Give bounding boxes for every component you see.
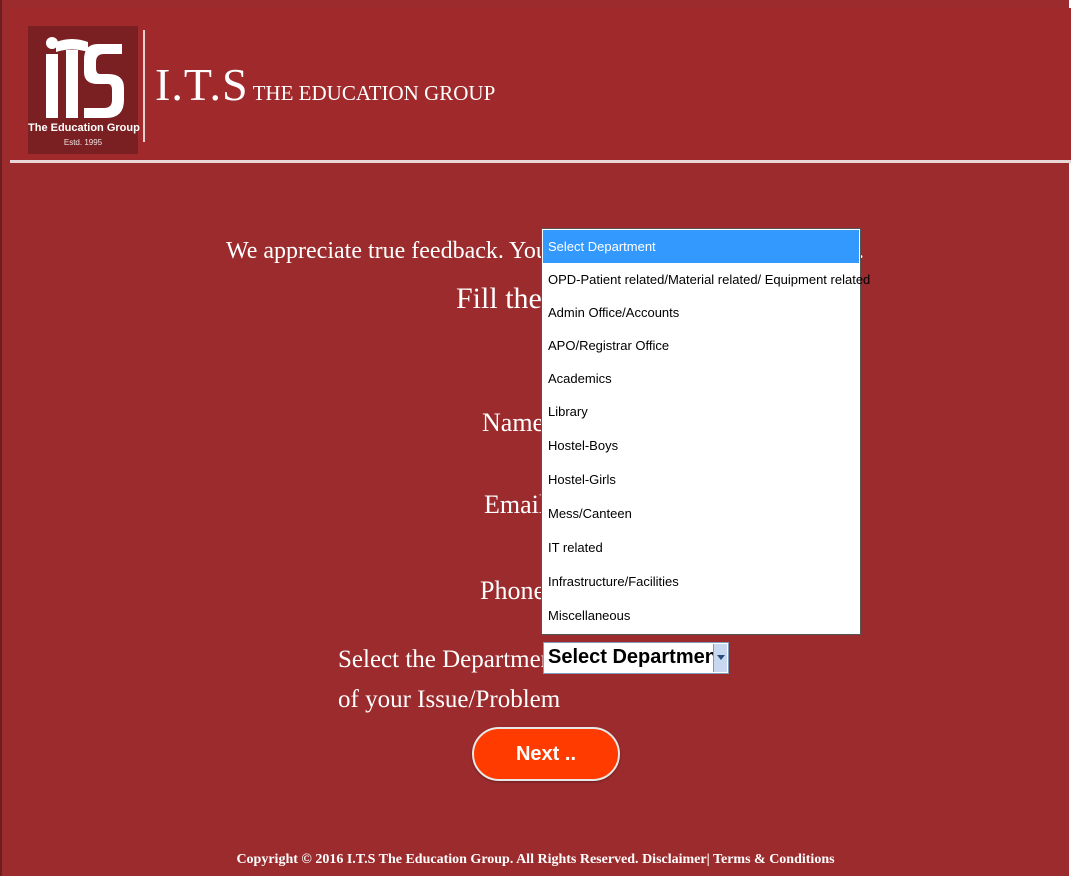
header-divider bbox=[10, 160, 1071, 163]
brand-main: I.T.S bbox=[155, 59, 249, 110]
its-logo[interactable]: The Education Group Estd. 1995 bbox=[28, 26, 140, 154]
logo-tagline: The Education Group bbox=[28, 122, 140, 134]
name-label: Name bbox=[482, 408, 545, 437]
copyright-text: Copyright © 2016 I.T.S The Education Gro… bbox=[236, 852, 639, 867]
dropdown-option[interactable]: APO/Registrar Office bbox=[543, 329, 859, 362]
department-label-line1: Select the Department bbox=[338, 646, 561, 673]
intro-text: We appreciate true feedback. Your bbox=[226, 238, 556, 264]
department-label-line2: of your Issue/Problem bbox=[338, 686, 561, 713]
dropdown-option[interactable]: Hostel-Boys bbox=[543, 429, 859, 462]
dropdown-option[interactable]: Miscellaneous bbox=[543, 599, 859, 632]
logo-divider bbox=[143, 30, 145, 142]
phone-label: Phone bbox=[480, 576, 545, 605]
logo-established: Estd. 1995 bbox=[63, 138, 103, 147]
dropdown-option[interactable]: Select Department bbox=[543, 230, 859, 263]
fill-instruction: Fill the bbox=[456, 282, 542, 315]
footer-separator: | bbox=[706, 852, 710, 867]
disclaimer-link[interactable]: Disclaimer bbox=[642, 852, 707, 867]
chevron-down-icon[interactable] bbox=[713, 644, 727, 672]
terms-link[interactable]: Terms & Conditions bbox=[713, 852, 835, 867]
email-label: Email bbox=[484, 490, 547, 519]
dropdown-option[interactable]: Infrastructure/Facilities bbox=[543, 565, 859, 598]
department-dropdown-list[interactable]: Select Department OPD-Patient related/Ma… bbox=[541, 228, 870, 635]
dropdown-option[interactable]: Library bbox=[543, 395, 859, 428]
site-header: The Education Group Estd. 1995 I.T.S THE … bbox=[10, 8, 1071, 160]
dropdown-option[interactable]: Hostel-Girls bbox=[543, 463, 859, 496]
dropdown-option[interactable]: IT related bbox=[543, 531, 859, 564]
department-select-value: Select Department bbox=[548, 646, 724, 668]
its-logo-icon bbox=[46, 37, 124, 118]
footer: Copyright © 2016 I.T.S The Education Gro… bbox=[0, 852, 1071, 868]
dropdown-option[interactable]: Admin Office/Accounts bbox=[543, 296, 859, 329]
next-button[interactable]: Next .. bbox=[472, 727, 620, 781]
department-select[interactable]: Select Department bbox=[543, 642, 729, 674]
dropdown-option[interactable]: OPD-Patient related/Material related/ Eq… bbox=[543, 263, 870, 296]
dropdown-option[interactable]: Academics bbox=[543, 362, 859, 395]
brand-title: I.T.S THE EDUCATION GROUP bbox=[155, 58, 495, 111]
next-button-label: Next .. bbox=[515, 743, 577, 765]
department-label: Select the Department of your Issue/Prob… bbox=[338, 640, 560, 720]
dropdown-option[interactable]: Mess/Canteen bbox=[543, 497, 859, 530]
brand-sub: THE EDUCATION GROUP bbox=[252, 81, 496, 105]
